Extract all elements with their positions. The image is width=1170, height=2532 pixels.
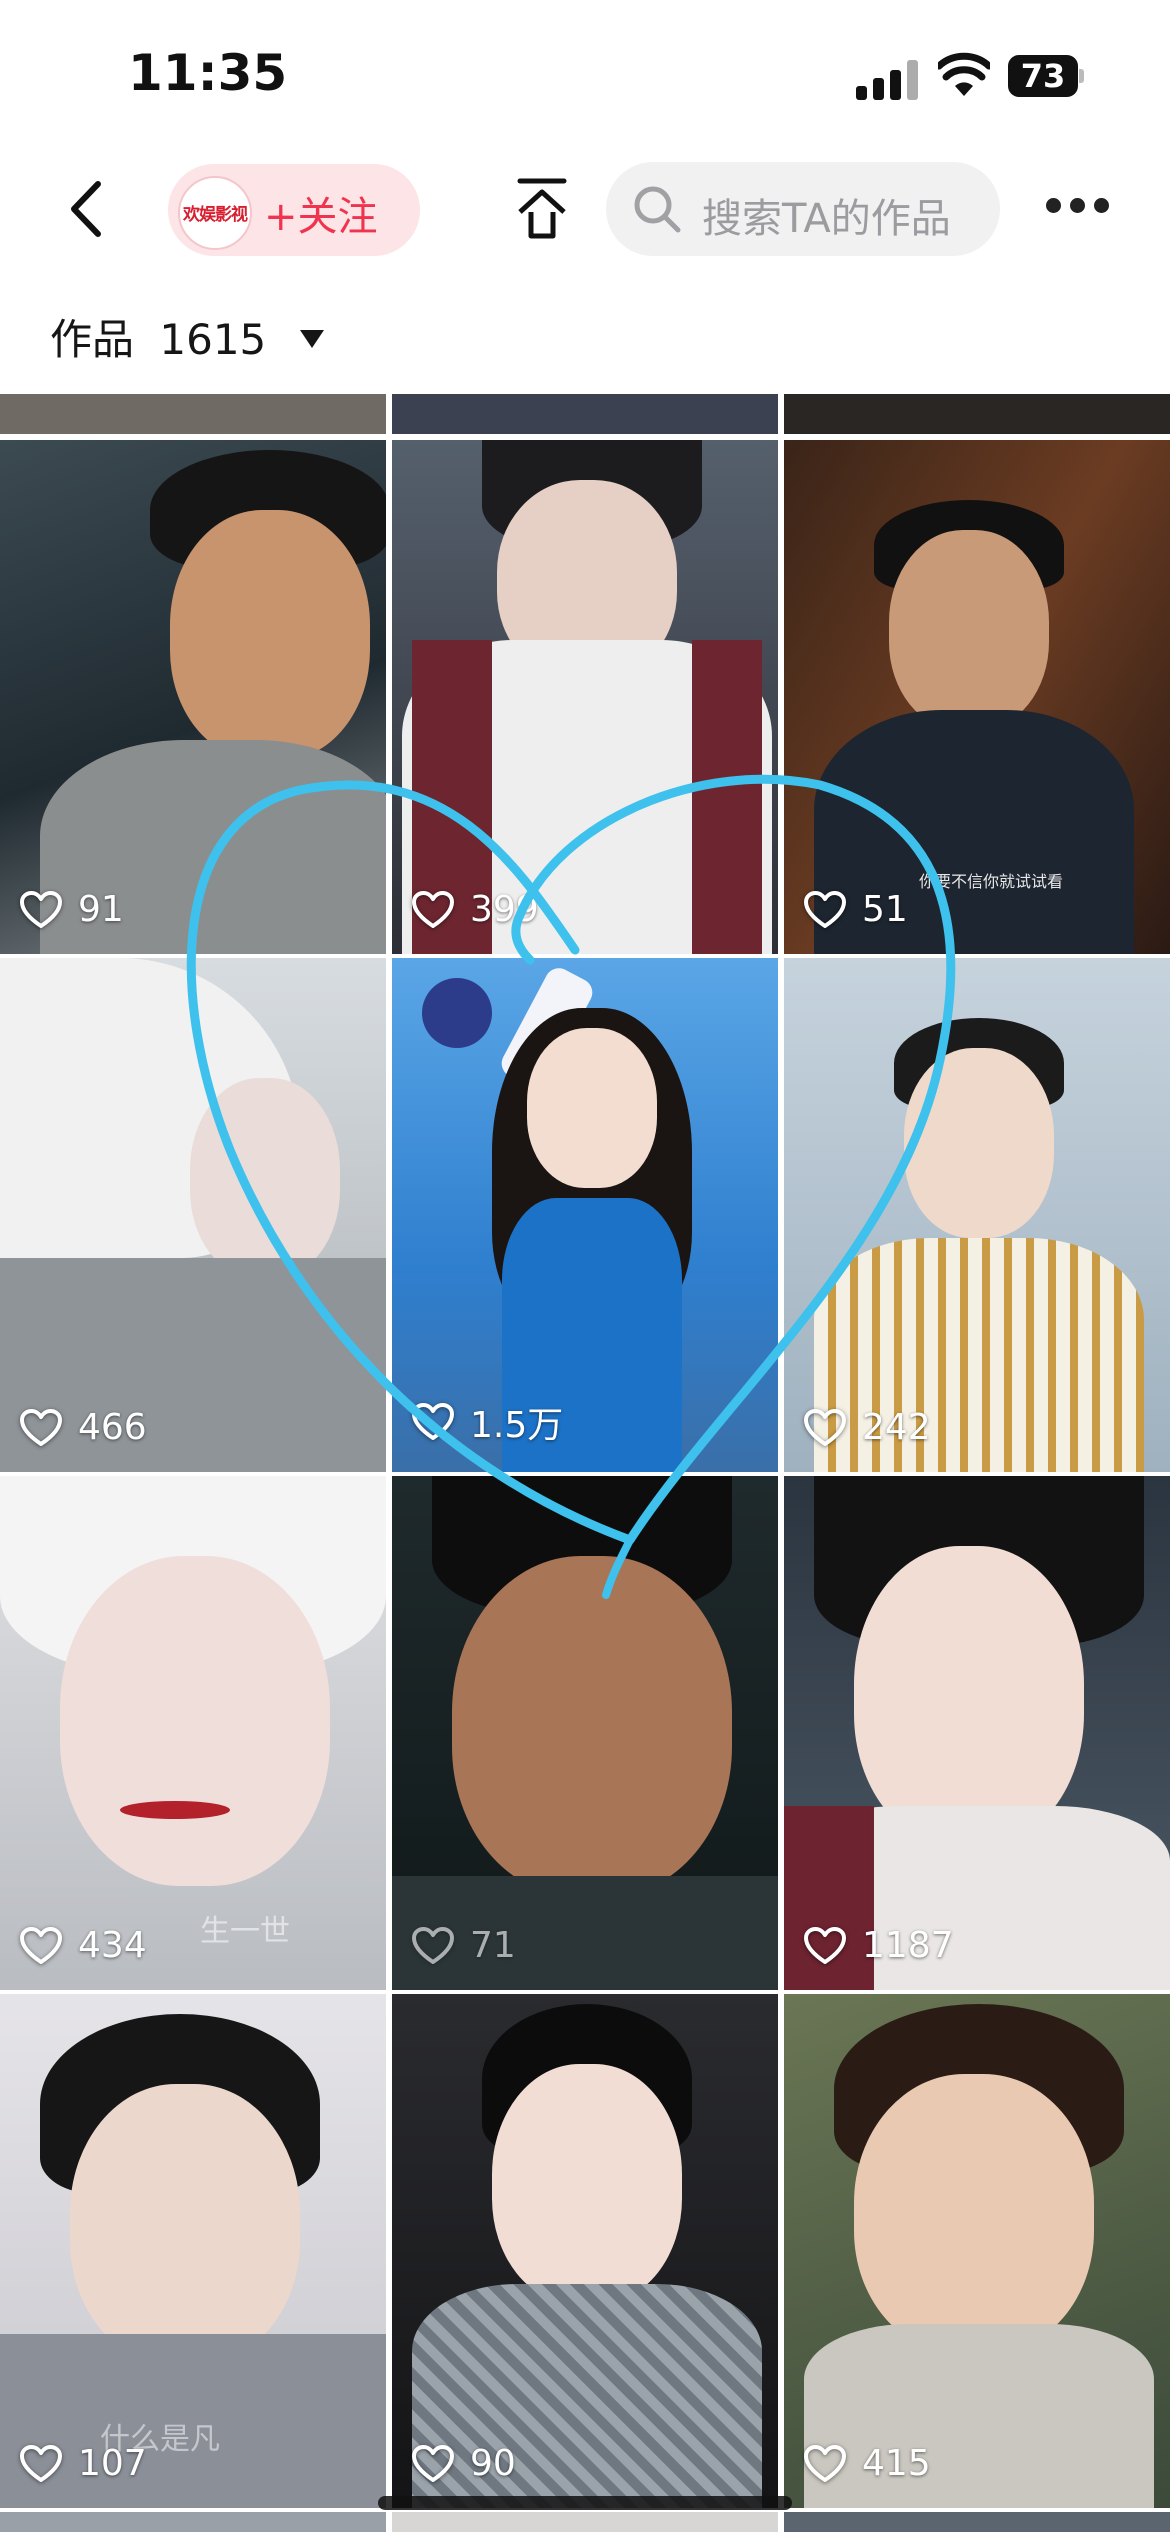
video-thumbnail[interactable] bbox=[784, 2512, 1170, 2532]
heart-icon bbox=[412, 2444, 454, 2482]
video-thumbnail[interactable]: 242 bbox=[784, 958, 1170, 1472]
wifi-icon bbox=[938, 52, 990, 96]
like-count: 434 bbox=[20, 1925, 147, 1966]
works-label: 作品 bbox=[50, 315, 135, 364]
video-thumbnail[interactable]: 1187 bbox=[784, 1476, 1170, 1990]
video-thumbnail[interactable]: 399 bbox=[392, 440, 778, 954]
works-count: 1615 bbox=[159, 315, 267, 364]
like-count: 399 bbox=[412, 889, 539, 930]
heart-icon bbox=[20, 2444, 62, 2482]
back-arrow-icon[interactable] bbox=[60, 174, 120, 244]
heart-icon bbox=[412, 1403, 454, 1440]
heart-icon bbox=[804, 890, 846, 928]
video-thumbnail[interactable]: 生一世 434 bbox=[0, 1476, 386, 1990]
video-thumbnail[interactable]: 1.5万 bbox=[392, 958, 778, 1472]
like-count: 1.5万 bbox=[412, 1396, 563, 1448]
top-nav-bar: 欢娱影视 +关注 搜索TA的作品 bbox=[0, 150, 1170, 270]
heart-icon bbox=[412, 890, 454, 928]
like-count: 107 bbox=[20, 2443, 147, 2484]
back-to-top-icon[interactable] bbox=[514, 176, 570, 242]
status-bar: 11:35 73 bbox=[0, 0, 1170, 150]
follow-button[interactable]: 欢娱影视 +关注 bbox=[168, 164, 420, 256]
heart-icon bbox=[804, 2444, 846, 2482]
video-thumbnail[interactable]: 466 bbox=[0, 958, 386, 1472]
video-thumbnail[interactable]: 90 bbox=[392, 1994, 778, 2508]
search-icon bbox=[634, 186, 681, 233]
video-subtitle: 你要不信你就试试看 bbox=[919, 872, 1064, 891]
more-options-icon[interactable] bbox=[1046, 198, 1110, 218]
heart-icon bbox=[20, 890, 62, 928]
follow-label: +关注 bbox=[264, 194, 378, 240]
video-thumbnail[interactable] bbox=[784, 394, 1170, 434]
video-thumbnail[interactable]: 什么是凡 107 bbox=[0, 1994, 386, 2508]
video-grid: 91 399 你要不信你就试试看 51 466 1.5万 242 生一世 434… bbox=[0, 394, 1170, 2532]
heart-icon bbox=[804, 1926, 846, 1964]
like-count: 1187 bbox=[804, 1925, 954, 1966]
video-thumbnail[interactable] bbox=[0, 394, 386, 434]
battery-icon: 73 bbox=[1008, 55, 1084, 97]
video-thumbnail[interactable]: 71 bbox=[392, 1476, 778, 1990]
home-indicator[interactable] bbox=[378, 2496, 792, 2510]
video-thumbnail[interactable]: 91 bbox=[0, 440, 386, 954]
video-thumbnail[interactable] bbox=[0, 2512, 386, 2532]
like-count: 71 bbox=[412, 1925, 516, 1966]
status-time: 11:35 bbox=[128, 44, 288, 102]
account-avatar[interactable]: 欢娱影视 bbox=[178, 176, 252, 250]
video-thumbnail[interactable]: 你要不信你就试试看 51 bbox=[784, 440, 1170, 954]
like-count: 51 bbox=[804, 889, 908, 930]
video-thumbnail[interactable] bbox=[392, 394, 778, 434]
video-thumbnail[interactable] bbox=[392, 2512, 778, 2532]
heart-icon bbox=[412, 1926, 454, 1964]
video-thumbnail[interactable]: 415 bbox=[784, 1994, 1170, 2508]
heart-icon bbox=[20, 1926, 62, 1964]
like-count: 466 bbox=[20, 1407, 147, 1448]
like-count: 91 bbox=[20, 889, 124, 930]
heart-icon bbox=[804, 1408, 846, 1446]
like-count: 242 bbox=[804, 1407, 931, 1448]
works-count-dropdown[interactable]: 作品 1615 bbox=[50, 306, 324, 367]
like-count: 90 bbox=[412, 2443, 516, 2484]
search-placeholder: 搜索TA的作品 bbox=[702, 196, 951, 242]
like-count: 415 bbox=[804, 2443, 931, 2484]
cellular-signal-icon bbox=[856, 60, 918, 100]
search-input[interactable]: 搜索TA的作品 bbox=[606, 162, 1000, 256]
heart-icon bbox=[20, 1408, 62, 1446]
video-watermark: 生一世 bbox=[200, 1914, 290, 1949]
battery-level: 73 bbox=[1020, 57, 1066, 95]
dropdown-caret-icon bbox=[299, 329, 324, 348]
avatar-logo-text: 欢娱影视 bbox=[183, 205, 248, 225]
